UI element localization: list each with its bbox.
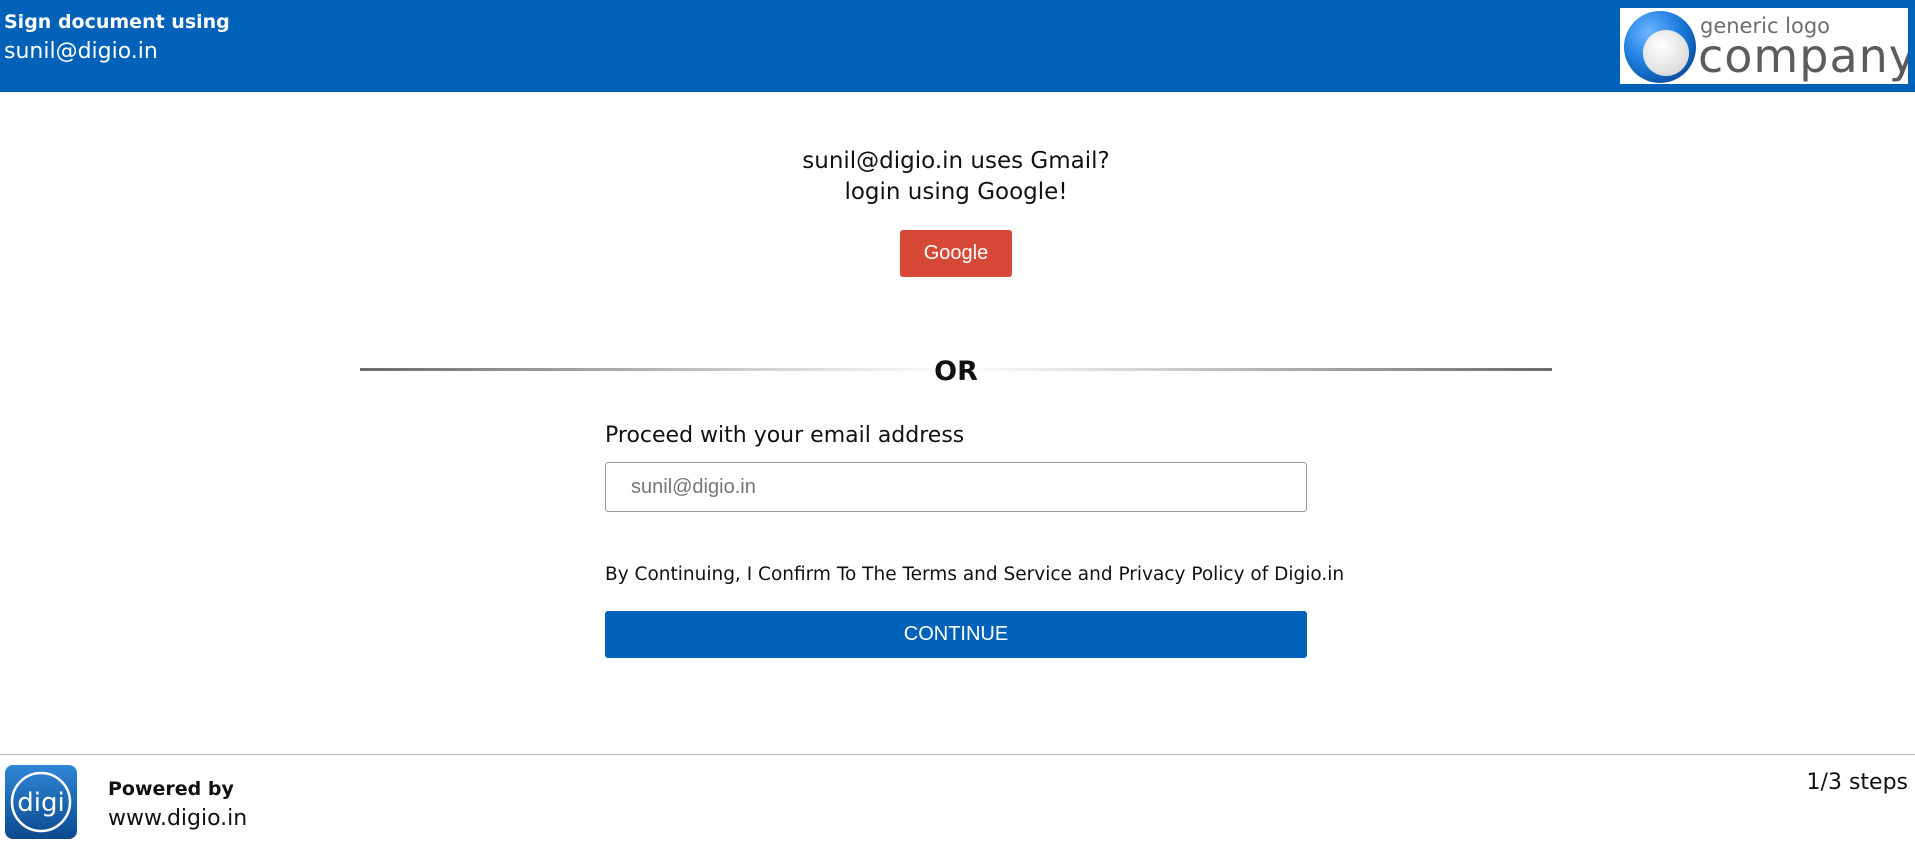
- email-input[interactable]: [605, 462, 1307, 512]
- footer-url: www.digio.in: [108, 806, 248, 831]
- or-divider-label: OR: [934, 356, 978, 387]
- gmail-question: sunil@digio.in uses Gmail?: [802, 148, 1110, 174]
- continue-button[interactable]: CONTINUE: [605, 611, 1307, 658]
- company-logo: generic logo company: [1620, 8, 1908, 84]
- blue-circle-logo-icon: [1624, 11, 1696, 83]
- header-email: sunil@digio.in: [4, 39, 158, 64]
- google-login-prompt: login using Google!: [844, 179, 1068, 205]
- logo-wordmark: company: [1698, 29, 1908, 83]
- terms-text: By Continuing, I Confirm To The Terms an…: [605, 564, 1345, 585]
- email-form-label: Proceed with your email address: [605, 423, 965, 448]
- digio-logo-icon: digi: [5, 765, 77, 839]
- footer: digi Powered by www.digio.in 1/3 steps: [0, 754, 1915, 850]
- digio-logo-text: digi: [17, 788, 64, 818]
- step-indicator: 1/3 steps: [1806, 770, 1908, 795]
- google-login-button[interactable]: Google: [900, 230, 1012, 277]
- powered-by-label: Powered by: [108, 778, 234, 800]
- header-title: Sign document using: [4, 11, 230, 33]
- header-bar: Sign document using sunil@digio.in gener…: [0, 0, 1915, 92]
